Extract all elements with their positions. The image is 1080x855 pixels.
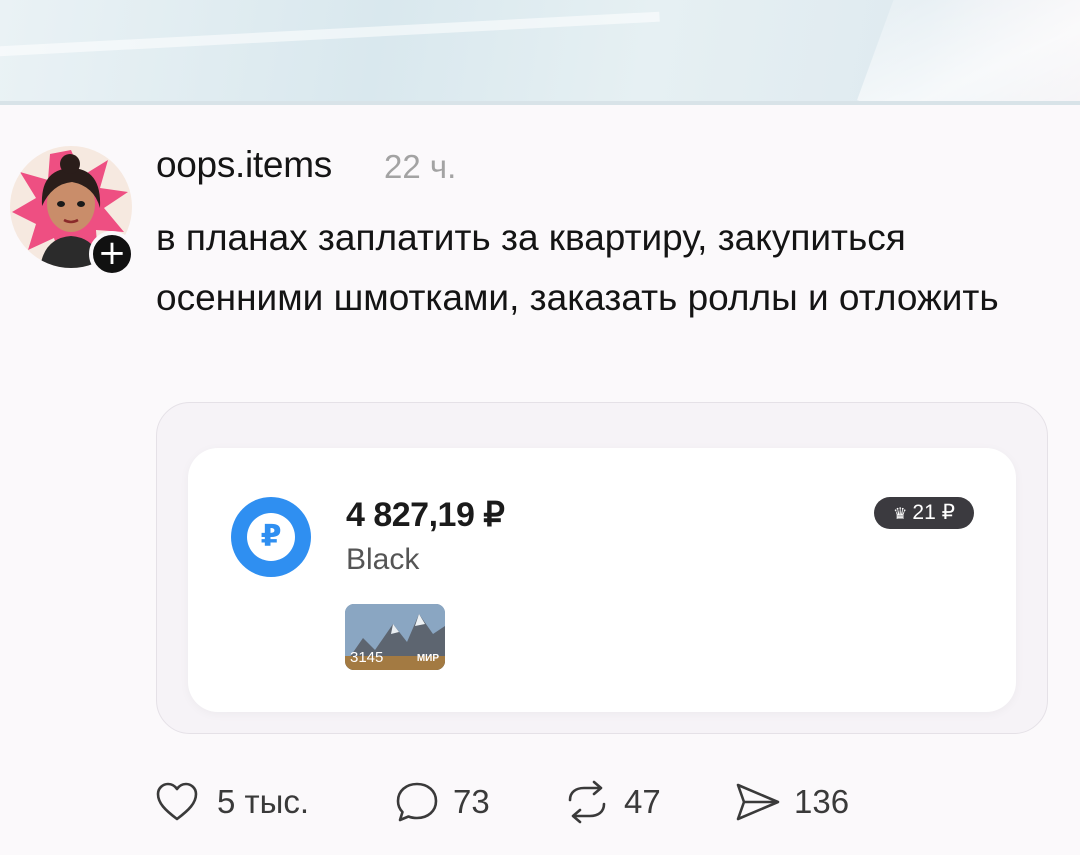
repost-button[interactable]: 47 [564, 780, 674, 824]
repost-icon [568, 780, 606, 824]
comment-bubble-icon [396, 782, 438, 822]
like-button[interactable]: 5 тыс. [155, 780, 325, 824]
heart-icon [156, 782, 198, 821]
comments-count: 73 [453, 783, 490, 820]
reposts-count: 47 [624, 783, 661, 820]
card-name: Black [346, 543, 420, 576]
post-text: в планах заплатить за квартиру, закупить… [156, 217, 999, 318]
send-icon [736, 783, 780, 821]
username[interactable]: oops.items [156, 144, 332, 186]
share-button[interactable]: 136 [734, 780, 864, 824]
comment-button[interactable]: 73 [395, 780, 505, 824]
likes-count: 5 тыс. [217, 783, 310, 820]
ruble-coin-icon: ₽ [231, 497, 311, 577]
follow-button[interactable]: + [89, 231, 135, 277]
card-balance: 4 827,19 ₽ [346, 496, 505, 534]
plus-icon: + [97, 233, 127, 273]
bank-card-panel [188, 448, 1016, 712]
mini-card-brand: МИР [416, 653, 439, 664]
mini-card-thumbnail: 3145 МИР [345, 604, 445, 670]
post-time: 22 ч. [384, 148, 457, 185]
mini-card-number: 3145 [350, 649, 384, 666]
crown-icon: ♛ [893, 506, 908, 523]
top-banner [0, 0, 1080, 105]
cashback-badge: ♛ 21 ₽ [874, 497, 974, 529]
shares-count: 136 [794, 783, 850, 820]
cashback-amount: 21 ₽ [912, 501, 955, 524]
